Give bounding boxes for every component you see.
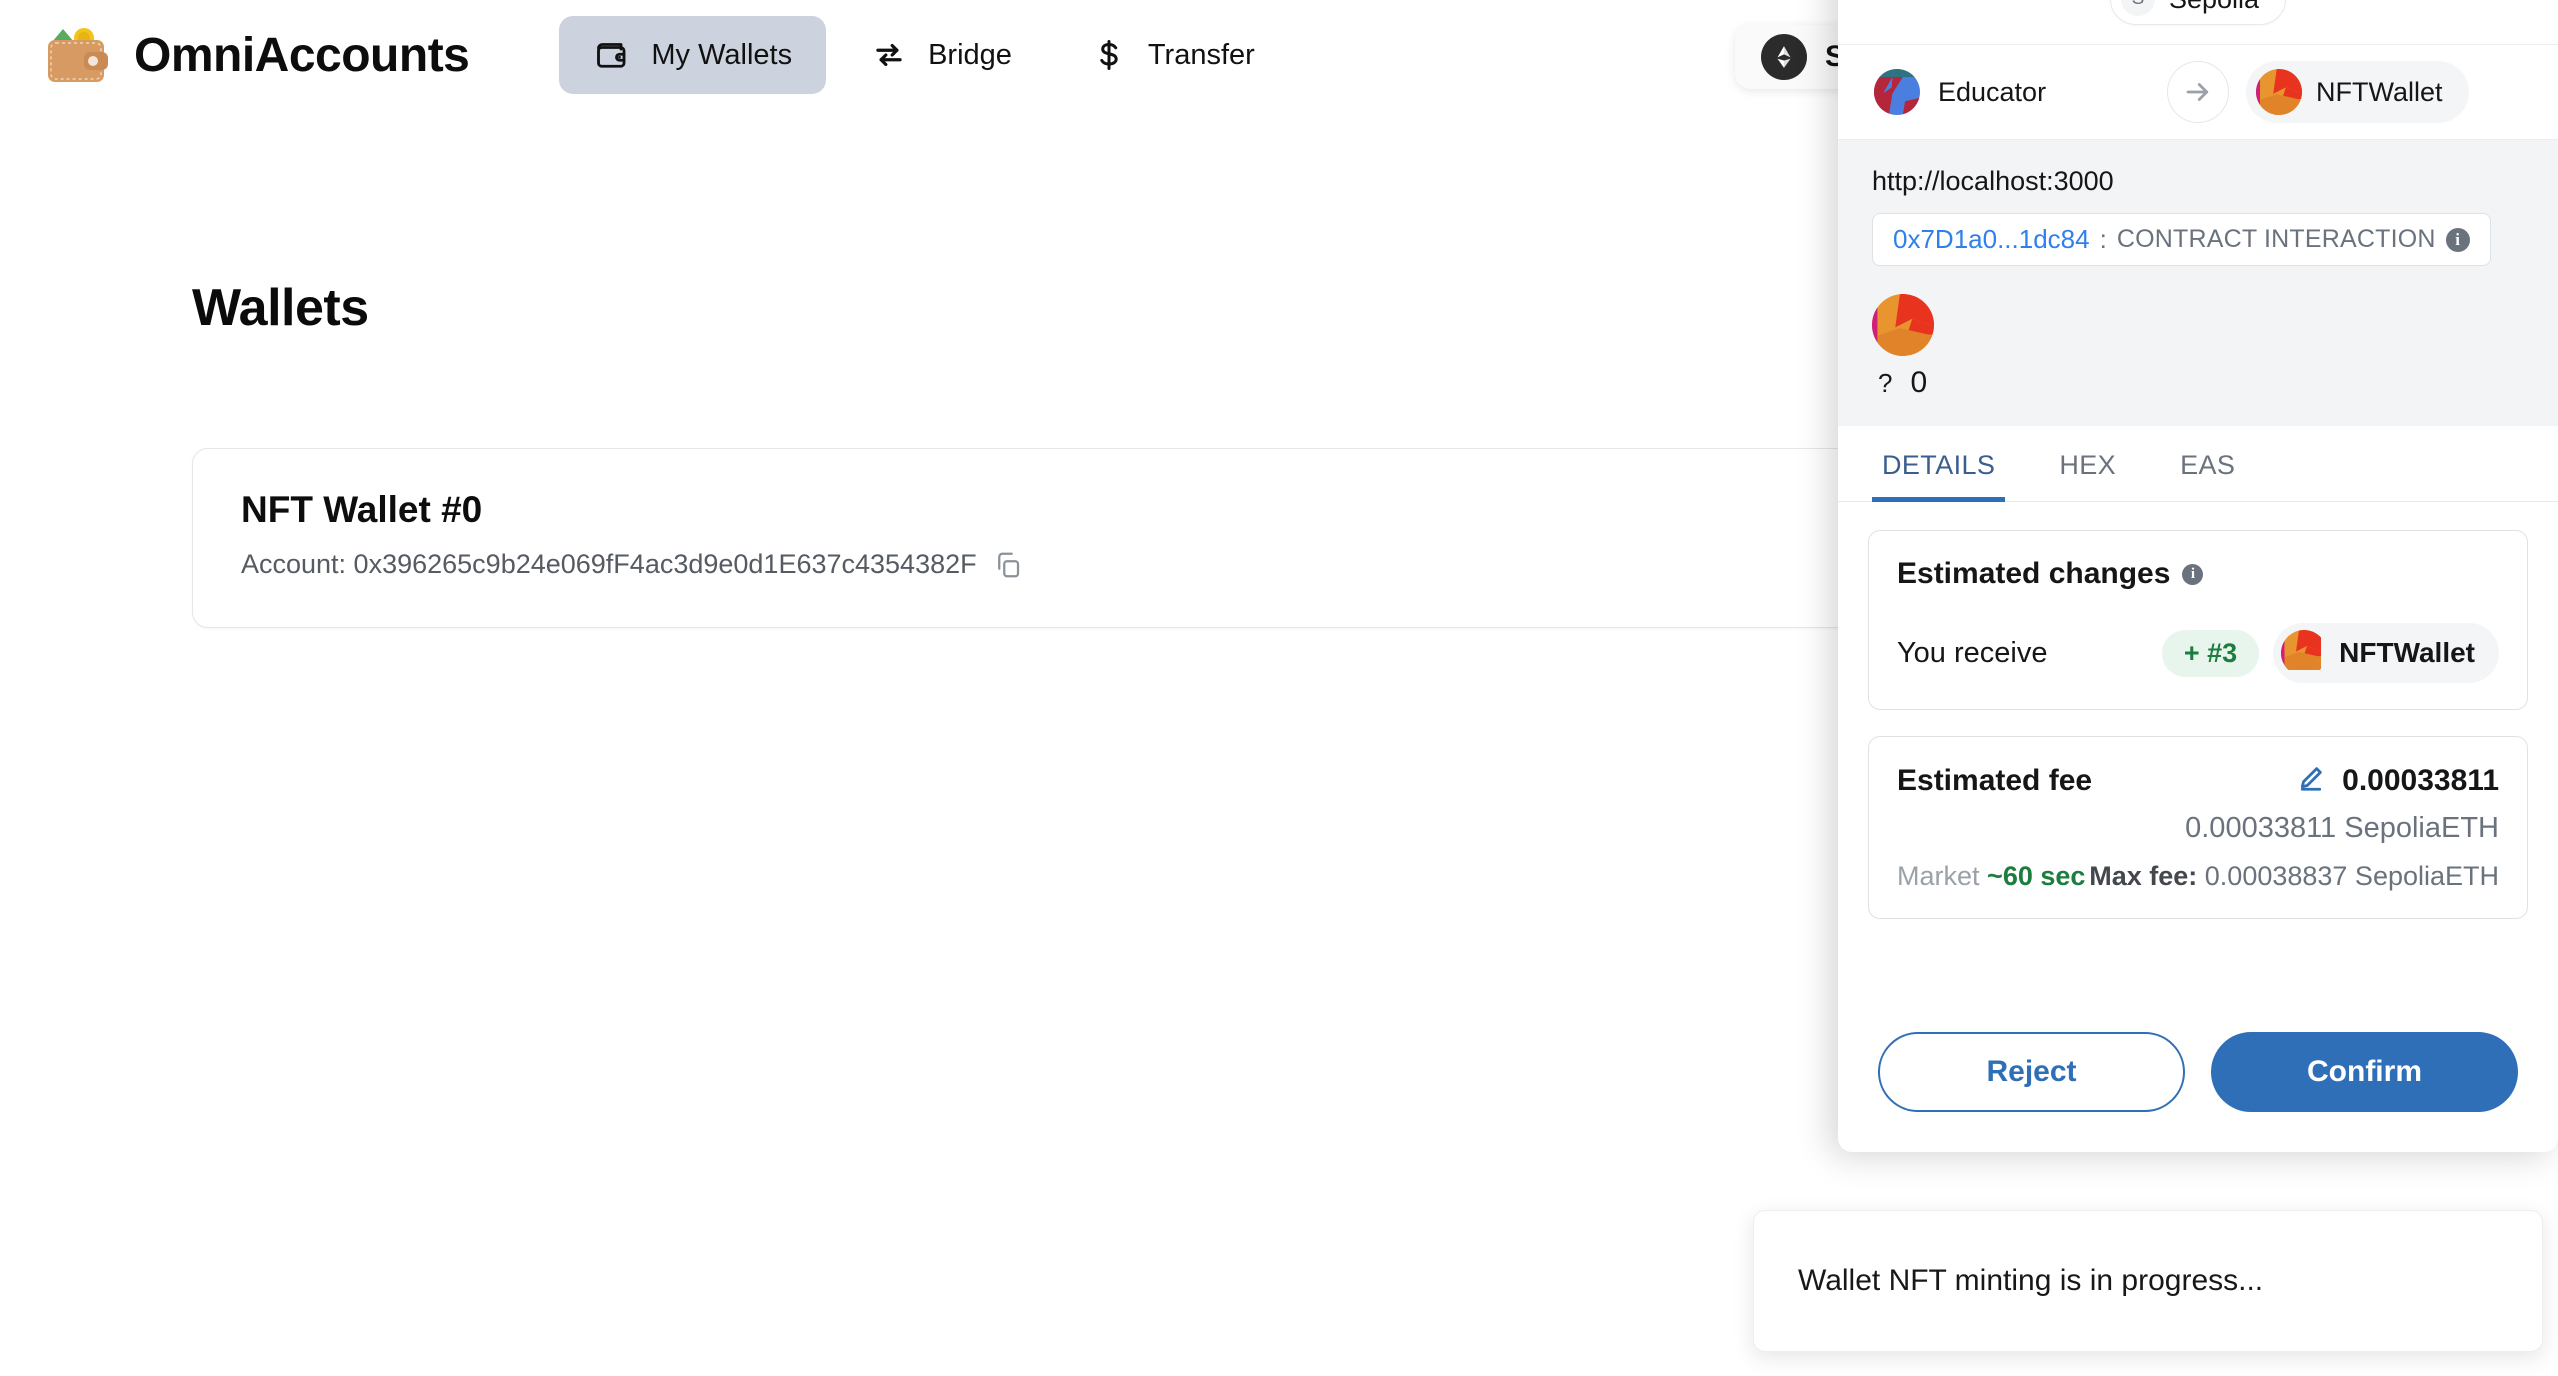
to-account-chip[interactable]: NFTWallet	[2246, 61, 2469, 123]
metamask-confirmation-popup: S Sepolia Educator	[1838, 0, 2558, 1152]
metamask-origin-section: http://localhost:3000 0x7D1a0...1dc84 : …	[1838, 140, 2558, 284]
reject-button[interactable]: Reject	[1878, 1032, 2185, 1112]
arrow-right-icon	[2167, 61, 2229, 123]
estimated-fee-native: 0.00033811 SepoliaETH	[2185, 812, 2499, 844]
tab-eas[interactable]: EAS	[2170, 426, 2245, 502]
asset-token-icon	[1872, 294, 1934, 356]
estimated-fee-top-row: Estimated fee 0.00033811	[1897, 763, 2499, 798]
wallet-emoji-icon	[44, 24, 108, 86]
to-account-avatar	[2256, 69, 2302, 115]
ethereum-icon	[1761, 34, 1807, 80]
confirm-button[interactable]: Confirm	[2211, 1032, 2518, 1112]
info-icon[interactable]: i	[2182, 563, 2204, 585]
page-title: Wallets	[192, 279, 369, 337]
nav-label-transfer: Transfer	[1147, 38, 1255, 71]
receive-token-chip[interactable]: NFTWallet	[2273, 623, 2499, 683]
you-receive-value: + #3 NFTWallet	[2161, 623, 2499, 683]
fee-market-speed: Market ~60 sec	[1897, 861, 2085, 892]
fee-market-time: ~60 sec	[1987, 861, 2086, 891]
swap-arrows-icon	[870, 36, 908, 74]
main-nav: My Wallets Bridge Transfer	[559, 16, 1288, 94]
estimated-changes-panel: Estimated changes i You receive + #3 NFT…	[1868, 530, 2528, 710]
fee-max-value: 0.00038837 SepoliaETH	[2204, 861, 2499, 891]
app-root: OmniAccounts My Wallets Bridge Transfer …	[0, 0, 2558, 1376]
metamask-asset-section: ? 0	[1838, 284, 2558, 426]
fee-market-label: Market	[1897, 861, 1980, 891]
wallet-name: NFT Wallet #0	[241, 489, 483, 530]
estimated-fee-title: Estimated fee	[1897, 763, 2093, 797]
wallet-card[interactable]: NFT Wallet #0 Account: 0x396265c9b24e069…	[192, 448, 2020, 628]
to-account-name: NFTWallet	[2316, 76, 2443, 107]
contract-kind-label: CONTRACT INTERACTION	[2116, 225, 2436, 253]
metamask-network-pill[interactable]: S Sepolia	[2109, 0, 2287, 25]
toast-message: Wallet NFT minting is in progress...	[1798, 1264, 2264, 1297]
brand: OmniAccounts	[44, 24, 470, 86]
metamask-tabs: DETAILS HEX EAS	[1838, 426, 2558, 502]
toast-notification: Wallet NFT minting is in progress...	[1753, 1210, 2543, 1352]
receive-token-name: NFTWallet	[2339, 637, 2475, 668]
estimated-changes-title: Estimated changes	[1897, 557, 2171, 590]
network-symbol-icon: S	[2120, 0, 2155, 16]
contract-address[interactable]: 0x7D1a0...1dc84	[1893, 224, 2090, 255]
metamask-accounts-row: Educator NFTWallet	[1838, 44, 2558, 140]
metamask-network-name: Sepolia	[2169, 0, 2259, 15]
brand-title: OmniAccounts	[134, 28, 470, 82]
copy-icon[interactable]	[993, 550, 1023, 580]
metamask-network-bar: S Sepolia	[1838, 0, 2558, 44]
fee-max-label: Max fee:	[2089, 861, 2198, 891]
pencil-icon[interactable]	[2296, 763, 2326, 798]
asset-amount-row: ? 0	[1872, 366, 2524, 400]
origin-url: http://localhost:3000	[1872, 166, 2114, 196]
from-account-avatar	[1874, 69, 1920, 115]
contract-interaction-pill[interactable]: 0x7D1a0...1dc84 : CONTRACT INTERACTION i	[1872, 213, 2491, 266]
asset-symbol: ?	[1878, 368, 1893, 398]
tab-hex[interactable]: HEX	[2049, 426, 2126, 502]
metamask-details-body: Estimated changes i You receive + #3 NFT…	[1838, 502, 2558, 1032]
from-account[interactable]: Educator	[1838, 69, 2198, 115]
nav-item-bridge[interactable]: Bridge	[836, 16, 1046, 94]
from-account-name: Educator	[1938, 76, 2047, 107]
contract-separator: :	[2099, 224, 2107, 254]
tab-details[interactable]: DETAILS	[1872, 426, 2006, 502]
wallet-account-address: Account: 0x396265c9b24e069fF4ac3d9e0d1E6…	[241, 549, 977, 579]
nav-item-my-wallets[interactable]: My Wallets	[559, 16, 827, 94]
to-account[interactable]: NFTWallet	[2198, 61, 2558, 123]
info-icon[interactable]: i	[2445, 227, 2470, 252]
metamask-footer: Reject Confirm	[1838, 1032, 2558, 1152]
estimated-changes-title-row: Estimated changes i	[1897, 557, 2499, 591]
asset-amount: 0	[1910, 366, 1928, 399]
you-receive-row: You receive + #3 NFTWallet	[1897, 623, 2499, 683]
estimated-fee-amount: 0.00033811	[2342, 763, 2499, 797]
receive-amount-badge: + #3	[2161, 629, 2260, 677]
nav-item-transfer[interactable]: Transfer	[1056, 16, 1289, 94]
nav-label-my-wallets: My Wallets	[651, 38, 793, 71]
nav-label-bridge: Bridge	[928, 38, 1012, 71]
dollar-sign-icon	[1090, 36, 1128, 74]
estimated-fee-amount-wrap: 0.00033811	[2296, 763, 2499, 798]
wallet-account-row: Account: 0x396265c9b24e069fF4ac3d9e0d1E6…	[241, 549, 1971, 580]
receive-token-icon	[2281, 630, 2327, 676]
you-receive-label: You receive	[1897, 636, 2048, 669]
wallet-icon	[593, 36, 631, 74]
estimated-fee-bottom-row: Market ~60 sec Max fee: 0.00038837 Sepol…	[1897, 861, 2499, 892]
estimated-fee-panel: Estimated fee 0.00033811 0.00033811 Sepo…	[1868, 736, 2528, 919]
fee-max: Max fee: 0.00038837 SepoliaETH	[2089, 861, 2499, 892]
